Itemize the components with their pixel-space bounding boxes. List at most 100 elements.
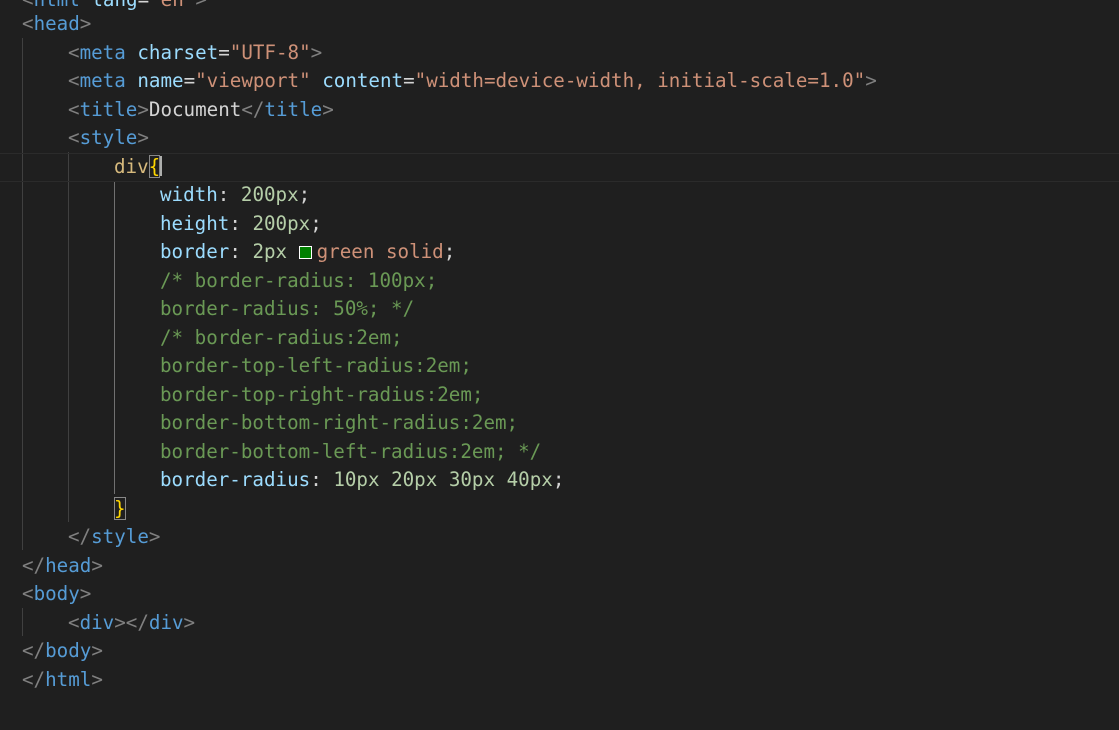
colon: : xyxy=(310,468,322,491)
attribute-name: content xyxy=(322,69,404,92)
attribute-value: "width=device-width, initial-scale=1.0" xyxy=(414,69,866,92)
brace-close: } xyxy=(114,497,126,520)
comment: border-top-left-radius:2em; xyxy=(160,354,472,377)
comment: border-radius: 50%; */ xyxy=(160,297,415,320)
code-line[interactable]: <style> xyxy=(0,124,1119,153)
colon: : xyxy=(217,183,230,206)
tag-name: div xyxy=(79,611,115,634)
code-line[interactable]: <head> xyxy=(0,10,1119,39)
tag-bracket: < xyxy=(68,611,80,634)
code-line[interactable]: <div></div> xyxy=(0,609,1119,638)
code-line[interactable]: height: 200px; xyxy=(0,210,1119,239)
comment: border-bottom-right-radius:2em; xyxy=(160,411,519,434)
tag-bracket: > xyxy=(91,554,103,577)
code-line[interactable]: </head> xyxy=(0,552,1119,581)
tag-bracket: < xyxy=(68,69,80,92)
tag-name: meta xyxy=(79,41,126,64)
semicolon: ; xyxy=(310,212,322,235)
code-line[interactable]: </html> xyxy=(0,666,1119,695)
tag-bracket: > xyxy=(148,525,161,548)
tag-bracket: </ xyxy=(22,639,46,662)
code-line[interactable]: border-top-right-radius:2em; xyxy=(0,381,1119,410)
colon: : xyxy=(229,240,241,263)
tag-name: title xyxy=(264,98,323,121)
comment: border-bottom-left-radius:2em; */ xyxy=(160,440,542,463)
tag-bracket: > xyxy=(865,69,877,92)
comment: border-top-right-radius:2em; xyxy=(160,383,484,406)
equals-sign: = xyxy=(183,69,196,92)
tag-bracket: </ xyxy=(241,98,265,121)
tag-name: body xyxy=(33,582,80,605)
comment: /* border-radius:2em; xyxy=(160,326,403,349)
colon: : xyxy=(229,212,241,235)
tag-bracket: < xyxy=(68,41,80,64)
tag-bracket: > xyxy=(137,126,149,149)
code-line[interactable]: /* border-radius: 100px; xyxy=(0,267,1119,296)
css-property: height xyxy=(160,212,230,235)
attribute-value: "UTF-8" xyxy=(229,41,311,64)
code-editor[interactable]: <html lang="en"> <head> <meta charset="U… xyxy=(0,0,1119,730)
code-line[interactable]: border: 2px green solid; xyxy=(0,238,1119,267)
code-line[interactable]: /* border-radius:2em; xyxy=(0,324,1119,353)
tag-name: div xyxy=(148,611,184,634)
text-content: Document xyxy=(148,98,242,121)
code-line[interactable]: border-bottom-right-radius:2em; xyxy=(0,409,1119,438)
brace-open: { xyxy=(148,155,161,178)
code-line-current[interactable]: div{ xyxy=(0,153,1119,182)
tag-bracket: > xyxy=(79,582,92,605)
code-line[interactable]: </body> xyxy=(0,637,1119,666)
css-property: width xyxy=(160,183,218,206)
comment: /* border-radius: 100px; xyxy=(160,269,438,292)
css-number: 10px 20px 30px 40px xyxy=(333,468,553,491)
attribute-value: "viewport" xyxy=(195,69,311,92)
code-line[interactable]: <meta charset="UTF-8"> xyxy=(0,39,1119,68)
text-cursor xyxy=(160,156,163,176)
tag-bracket: </ xyxy=(125,611,149,634)
code-line[interactable]: <meta name="viewport" content="width=dev… xyxy=(0,67,1119,96)
code-line[interactable]: border-top-left-radius:2em; xyxy=(0,352,1119,381)
css-number: 200px xyxy=(240,183,299,206)
tag-bracket: < xyxy=(22,12,34,35)
tag-name: head xyxy=(33,12,80,35)
attribute-name: charset xyxy=(137,41,219,64)
tag-bracket: </ xyxy=(22,554,46,577)
code-line[interactable]: border-radius: 10px 20px 30px 40px; xyxy=(0,466,1119,495)
tag-bracket: > xyxy=(91,639,103,662)
tag-bracket: > xyxy=(91,668,103,691)
tag-name: style xyxy=(91,525,149,548)
css-property: border xyxy=(160,240,230,263)
css-number: 200px xyxy=(252,212,311,235)
tag-bracket: < xyxy=(68,126,80,149)
code-line[interactable]: <body> xyxy=(0,580,1119,609)
tag-bracket: > xyxy=(137,98,149,121)
code-line[interactable]: <title>Document</title> xyxy=(0,96,1119,125)
code-line[interactable]: width: 200px; xyxy=(0,181,1119,210)
tag-name: meta xyxy=(79,69,126,92)
tag-bracket: > xyxy=(79,12,92,35)
tag-name: title xyxy=(79,98,138,121)
code-line[interactable]: } xyxy=(0,495,1119,524)
code-line[interactable]: </style> xyxy=(0,523,1119,552)
equals-sign: = xyxy=(403,69,415,92)
tag-name: head xyxy=(45,554,92,577)
tag-name: style xyxy=(79,126,138,149)
code-line[interactable]: border-bottom-left-radius:2em; */ xyxy=(0,438,1119,467)
css-value: green solid xyxy=(316,240,444,263)
tag-bracket: > xyxy=(310,41,323,64)
css-selector: div xyxy=(114,155,149,178)
tag-bracket: > xyxy=(183,611,196,634)
tag-bracket: < xyxy=(68,98,80,121)
code-line[interactable]: border-radius: 50%; */ xyxy=(0,295,1119,324)
equals-sign: = xyxy=(218,41,230,64)
tag-name: body xyxy=(45,639,92,662)
css-property: border-radius xyxy=(160,468,311,491)
tag-bracket: < xyxy=(22,582,34,605)
semicolon: ; xyxy=(443,240,456,263)
color-swatch-icon[interactable] xyxy=(298,246,312,259)
tag-bracket: > xyxy=(322,98,334,121)
attribute-name: name xyxy=(137,69,184,92)
semicolon: ; xyxy=(552,468,565,491)
tag-bracket: > xyxy=(114,611,126,634)
tag-bracket: </ xyxy=(68,525,92,548)
css-number: 2px xyxy=(252,240,288,263)
